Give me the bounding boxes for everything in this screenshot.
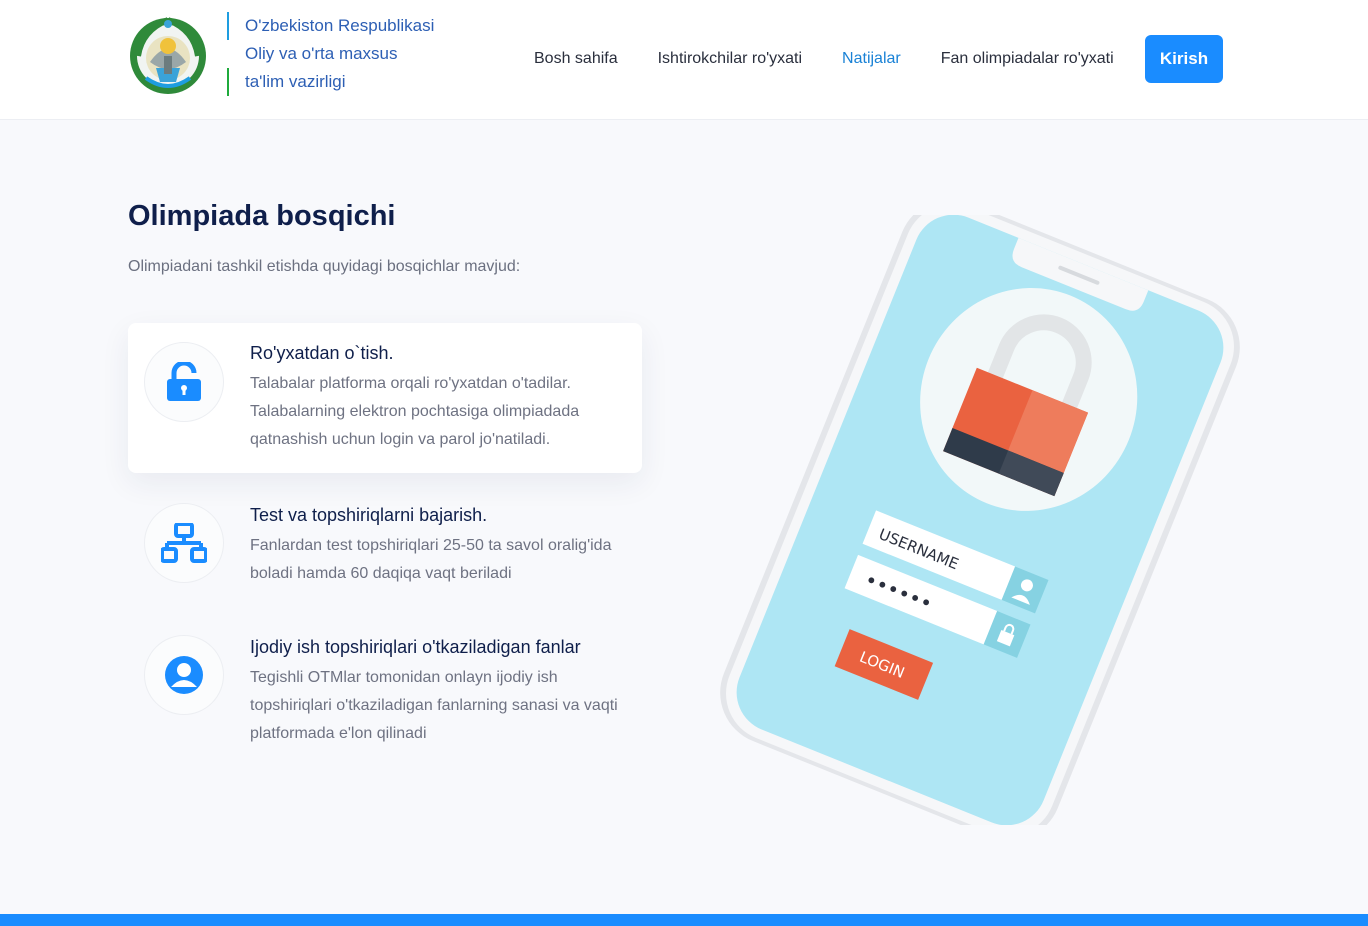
network-icon <box>161 523 207 563</box>
ministry-name-line-3: ta'lim vazirligi <box>245 72 346 91</box>
step-icon-circle <box>144 342 224 422</box>
user-icon <box>165 656 203 694</box>
page-subtitle: Olimpiadani tashkil etishda quyidagi bos… <box>128 258 521 275</box>
step-icon-circle <box>144 635 224 715</box>
nav-olympiad-subjects[interactable]: Fan olimpiadalar ro'yxati <box>941 50 1114 68</box>
step-description: Fanlardan test topshiriqlari 25-50 ta sa… <box>250 537 612 582</box>
login-button[interactable]: Kirish <box>1145 35 1223 83</box>
footer-accent-bar <box>0 914 1368 926</box>
site-header: O'zbekiston Respublikasi Oliy va o'rta m… <box>0 0 1368 120</box>
nav-home[interactable]: Bosh sahifa <box>534 50 618 68</box>
nav-results[interactable]: Natijalar <box>842 50 901 68</box>
step-description: Tegishli OTMlar tomonidan onlayn ijodiy … <box>250 669 618 742</box>
ministry-name[interactable]: O'zbekiston Respublikasi Oliy va o'rta m… <box>245 12 434 96</box>
main-nav: Bosh sahifa Ishtirokchilar ro'yxati Nati… <box>534 35 1154 83</box>
step-card-registration[interactable]: Ro'yxatdan o`tish. Talabalar platforma o… <box>128 323 642 473</box>
flag-color-bar <box>227 12 231 96</box>
step-title: Ro'yxatdan o`tish. <box>250 343 394 363</box>
ministry-name-line-1: O'zbekiston Respublikasi <box>245 16 435 35</box>
ministry-name-line-2: Oliy va o'rta maxsus <box>245 44 398 63</box>
unlock-icon <box>167 362 201 401</box>
phone-login-illustration: USERNAME •••••• LOGIN <box>720 215 1240 825</box>
page-title: Olimpiada bosqichi <box>128 200 396 232</box>
nav-participants[interactable]: Ishtirokchilar ro'yxati <box>658 50 802 68</box>
step-card-test[interactable]: Test va topshiriqlarni bajarish. Fanlard… <box>128 485 642 595</box>
state-emblem-logo[interactable] <box>128 16 208 96</box>
step-icon-circle <box>144 503 224 583</box>
step-card-creative[interactable]: Ijodiy ish topshiriqlari o'tkaziladigan … <box>128 617 642 757</box>
step-title: Ijodiy ish topshiriqlari o'tkaziladigan … <box>250 637 581 657</box>
step-description: Talabalar platforma orqali ro'yxatdan o'… <box>250 375 580 448</box>
step-title: Test va topshiriqlarni bajarish. <box>250 505 488 525</box>
